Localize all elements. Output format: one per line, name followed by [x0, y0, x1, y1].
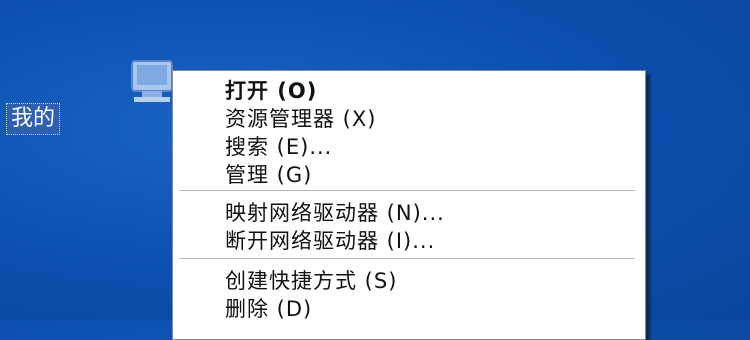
desktop-icon-label[interactable]: 我的	[6, 103, 61, 135]
menu-item-disconnect-network-drive[interactable]: 断开网络驱动器 (I)...	[225, 227, 435, 255]
menu-separator	[179, 190, 635, 192]
menu-item-search[interactable]: 搜索 (E)...	[225, 133, 332, 161]
context-menu: 打开 (O) 资源管理器 (X) 搜索 (E)... 管理 (G) 映射网络驱动…	[172, 70, 646, 340]
menu-item-manage[interactable]: 管理 (G)	[225, 161, 312, 189]
menu-item-open[interactable]: 打开 (O)	[225, 77, 317, 105]
menu-item-explore[interactable]: 资源管理器 (X)	[225, 105, 376, 133]
menu-item-map-network-drive[interactable]: 映射网络驱动器 (N)...	[225, 199, 445, 227]
menu-separator	[179, 258, 635, 260]
menu-item-delete[interactable]: 删除 (D)	[225, 295, 312, 323]
menu-item-create-shortcut[interactable]: 创建快捷方式 (S)	[225, 267, 397, 295]
